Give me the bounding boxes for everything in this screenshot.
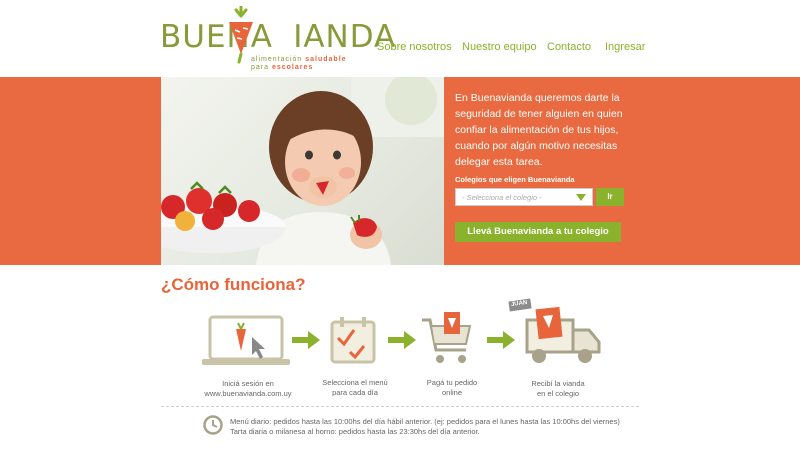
bring-buenavianda-button[interactable]: Llevá Buenavianda a tu colegio [455, 222, 621, 242]
hero-banner: En Buenavianda queremos darte la segurid… [0, 77, 800, 265]
site-header: BUENAVIANDA alimentación saludable para … [0, 0, 800, 77]
hero-photo-child-eating-strawberries [161, 77, 444, 265]
school-select-placeholder: - Selecciona el colegio - [462, 193, 542, 202]
shopping-cart-icon [422, 312, 472, 363]
step-label-login: Iniciá sesión en www.buenavianda.com.uy [188, 379, 308, 398]
brand-tagline: alimentación saludable para escolares [251, 56, 347, 71]
hero-copy: En Buenavianda queremos darte la segurid… [455, 92, 623, 168]
step-menu-line1: Selecciona el menú [322, 378, 388, 387]
go-button[interactable]: Ir [596, 188, 624, 206]
nav-sobre-nosotros[interactable]: Sobre nosotros [377, 41, 452, 53]
schedule-tart-milanesa: Tarta diaria o milanesa al horno: pedido… [230, 427, 480, 436]
step-login-line1: Iniciá sesión en [222, 379, 274, 388]
step-receive-line2: en el colegio [536, 388, 580, 398]
step-label-receive: Recibí la vianda en el colegio [508, 379, 608, 398]
school-select-label: Colegios que eligen Buenavianda [455, 175, 575, 184]
step-receive-line1: Recibí la vianda [531, 379, 585, 388]
step-pay-line2: online [441, 387, 463, 397]
brand-logo[interactable]: BUENAVIANDA alimentación saludable para … [160, 6, 395, 72]
calendar-check-icon [330, 317, 376, 364]
step-login-line2: www.buenavianda.com.uy [204, 388, 292, 398]
arrow-right-icon [388, 331, 416, 349]
nav-ingresar[interactable]: Ingresar [605, 41, 645, 53]
step-menu-line2: para cada día [332, 387, 378, 397]
chevron-down-icon [576, 194, 586, 201]
order-schedule-note: Menú diario: pedidos hasta las 10:00hs d… [230, 417, 620, 437]
delivery-truck-icon [508, 298, 601, 363]
step-label-menu: Selecciona el menú para cada día [300, 378, 410, 397]
school-select[interactable]: - Selecciona el colegio - [455, 188, 593, 206]
arrow-right-icon [292, 331, 320, 349]
nav-nuestro-equipo[interactable]: Nuestro equipo [462, 41, 537, 53]
how-it-works-title: ¿Cómo funciona? [161, 275, 306, 294]
schedule-daily-menu: Menú diario: pedidos hasta las 10:00hs d… [230, 417, 620, 426]
section-divider [161, 406, 639, 407]
brand-wordmark: BUENAVIANDA [160, 19, 397, 55]
clock-icon [203, 415, 223, 435]
nav-contacto[interactable]: Contacto [547, 41, 591, 53]
child-illustration [161, 77, 444, 265]
step-pay-line1: Pagá tu pedido [426, 378, 478, 387]
step-label-pay: Pagá tu pedido online [402, 378, 502, 397]
laptop-login-icon [202, 315, 290, 365]
